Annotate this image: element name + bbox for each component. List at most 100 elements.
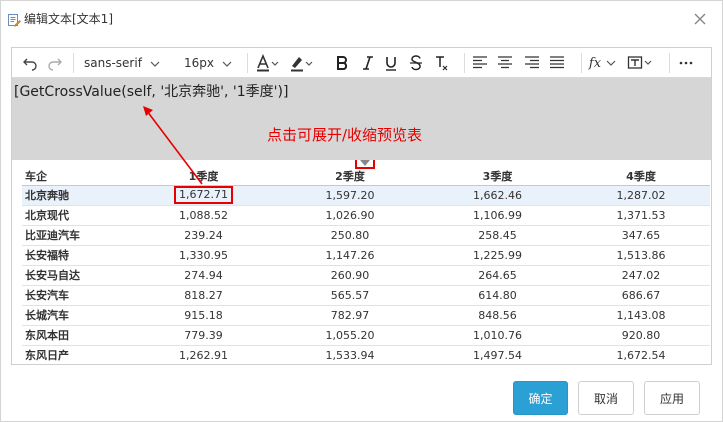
close-icon[interactable] bbox=[692, 11, 708, 27]
table-row[interactable]: 长安汽车 818.27 565.57 614.80 686.67 bbox=[22, 285, 710, 306]
value-cell[interactable]: 1,672.54 bbox=[572, 345, 710, 364]
value-cell[interactable]: 614.80 bbox=[423, 285, 572, 306]
row-label-cell[interactable]: 北京现代 bbox=[22, 205, 130, 226]
bold-icon[interactable] bbox=[332, 48, 352, 78]
value-cell[interactable]: 779.39 bbox=[130, 325, 277, 346]
value-cell[interactable]: 1,225.99 bbox=[423, 245, 572, 266]
value-cell[interactable]: 1,106.99 bbox=[423, 205, 572, 226]
value-cell[interactable]: 1,287.02 bbox=[572, 185, 710, 206]
italic-icon[interactable] bbox=[358, 48, 378, 78]
column-header: 2季度 bbox=[277, 167, 423, 186]
value-cell[interactable]: 848.56 bbox=[423, 305, 572, 326]
value-cell[interactable]: 1,497.54 bbox=[423, 345, 572, 364]
value-cell[interactable]: 920.80 bbox=[572, 325, 710, 346]
insert-field-icon[interactable] bbox=[624, 48, 658, 78]
value-cell[interactable]: 1,262.91 bbox=[130, 345, 277, 364]
row-label-cell[interactable]: 长安汽车 bbox=[22, 285, 130, 306]
highlight-icon[interactable] bbox=[286, 48, 316, 78]
value-cell[interactable]: 347.65 bbox=[572, 225, 710, 246]
editor-toolbar: sans-serif 16px fx bbox=[12, 48, 711, 78]
value-cell[interactable]: 686.67 bbox=[572, 285, 710, 306]
apply-button[interactable]: 应用 bbox=[644, 381, 700, 415]
table-row[interactable]: 东风日产 1,262.91 1,533.94 1,497.54 1,672.54 bbox=[22, 345, 710, 364]
font-size-select[interactable]: 16px bbox=[184, 48, 239, 78]
value-cell[interactable]: 565.57 bbox=[277, 285, 423, 306]
preview-toggle-button[interactable] bbox=[355, 160, 375, 169]
value-cell[interactable]: 1,662.46 bbox=[423, 185, 572, 206]
value-cell[interactable]: 1,088.52 bbox=[130, 205, 277, 226]
column-header: 3季度 bbox=[423, 167, 572, 186]
editor-content-area[interactable]: [GetCrossValue(self, '北京奔驰', '1季度')] 点击可… bbox=[12, 78, 711, 160]
toolbar-divider bbox=[247, 53, 248, 73]
font-size-value: 16px bbox=[184, 56, 214, 70]
chevron-down-icon bbox=[222, 56, 232, 70]
ok-button[interactable]: 确定 bbox=[513, 381, 568, 415]
value-cell[interactable]: 239.24 bbox=[130, 225, 277, 246]
table-row[interactable]: 北京奔驰 1,672.71 1,597.20 1,662.46 1,287.02 bbox=[22, 185, 710, 206]
align-justify-icon[interactable] bbox=[546, 48, 568, 78]
chevron-down-icon bbox=[150, 56, 160, 70]
value-cell[interactable]: 782.97 bbox=[277, 305, 423, 326]
align-left-icon[interactable] bbox=[469, 48, 491, 78]
preview-table: 车企 1季度 2季度 3季度 4季度 北京奔驰 1,672.71 1,597.20 1… bbox=[22, 167, 710, 364]
value-cell[interactable]: 915.18 bbox=[130, 305, 277, 326]
redo-icon[interactable] bbox=[45, 48, 65, 78]
rich-text-editor: sans-serif 16px fx [GetCrossValue(self, … bbox=[11, 47, 712, 365]
dialog-titlebar: 编辑文本[文本1] bbox=[1, 1, 722, 37]
font-color-icon[interactable] bbox=[253, 48, 281, 78]
value-cell[interactable]: 1,010.76 bbox=[423, 325, 572, 346]
triangle-down-icon bbox=[360, 160, 370, 166]
more-icon[interactable] bbox=[676, 48, 696, 78]
align-right-icon[interactable] bbox=[521, 48, 543, 78]
value-cell[interactable]: 1,055.20 bbox=[277, 325, 423, 346]
row-label-cell[interactable]: 北京奔驰 bbox=[22, 185, 130, 206]
toolbar-divider bbox=[73, 53, 74, 73]
row-label-cell[interactable]: 比亚迪汽车 bbox=[22, 225, 130, 246]
value-cell[interactable]: 1,513.86 bbox=[572, 245, 710, 266]
value-cell[interactable]: 1,533.94 bbox=[277, 345, 423, 364]
value-cell[interactable]: 264.65 bbox=[423, 265, 572, 286]
toolbar-divider bbox=[669, 53, 670, 73]
table-row[interactable]: 长安马自达 274.94 260.90 264.65 247.02 bbox=[22, 265, 710, 286]
align-center-icon[interactable] bbox=[494, 48, 516, 78]
column-header: 车企 bbox=[22, 167, 130, 186]
row-label-cell[interactable]: 长安马自达 bbox=[22, 265, 130, 286]
value-cell[interactable]: 1,026.90 bbox=[277, 205, 423, 226]
row-label-cell[interactable]: 东风本田 bbox=[22, 325, 130, 346]
font-family-value: sans-serif bbox=[84, 56, 142, 70]
table-row[interactable]: 北京现代 1,088.52 1,026.90 1,106.99 1,371.53 bbox=[22, 205, 710, 226]
value-cell[interactable]: 258.45 bbox=[423, 225, 572, 246]
underline-icon[interactable] bbox=[381, 48, 401, 78]
value-cell[interactable]: 1,597.20 bbox=[277, 185, 423, 206]
document-edit-icon bbox=[7, 12, 21, 27]
value-cell[interactable]: 1,672.71 bbox=[130, 185, 277, 206]
strikethrough-icon[interactable] bbox=[406, 48, 426, 78]
value-cell[interactable]: 1,330.95 bbox=[130, 245, 277, 266]
value-cell[interactable]: 1,143.08 bbox=[572, 305, 710, 326]
table-row[interactable]: 长城汽车 915.18 782.97 848.56 1,143.08 bbox=[22, 305, 710, 326]
value-cell[interactable]: 1,371.53 bbox=[572, 205, 710, 226]
value-cell[interactable]: 1,147.26 bbox=[277, 245, 423, 266]
value-cell[interactable]: 250.80 bbox=[277, 225, 423, 246]
formula-text[interactable]: [GetCrossValue(self, '北京奔驰', '1季度')] bbox=[14, 81, 288, 101]
table-row[interactable]: 长安福特 1,330.95 1,147.26 1,225.99 1,513.86 bbox=[22, 245, 710, 266]
table-header-row: 车企 1季度 2季度 3季度 4季度 bbox=[22, 167, 710, 186]
clear-format-icon[interactable] bbox=[431, 48, 451, 78]
toolbar-divider bbox=[581, 53, 582, 73]
font-family-select[interactable]: sans-serif bbox=[84, 48, 169, 78]
row-label-cell[interactable]: 长城汽车 bbox=[22, 305, 130, 326]
value-cell[interactable]: 818.27 bbox=[130, 285, 277, 306]
undo-icon[interactable] bbox=[20, 48, 40, 78]
row-label-cell[interactable]: 长安福特 bbox=[22, 245, 130, 266]
highlighted-cell-value: 1,672.71 bbox=[174, 186, 233, 204]
table-row[interactable]: 比亚迪汽车 239.24 250.80 258.45 347.65 bbox=[22, 225, 710, 246]
formula-icon[interactable]: fx bbox=[586, 48, 620, 78]
value-cell[interactable]: 260.90 bbox=[277, 265, 423, 286]
toolbar-divider bbox=[464, 53, 465, 73]
row-label-cell[interactable]: 东风日产 bbox=[22, 345, 130, 364]
column-header: 1季度 bbox=[130, 167, 277, 186]
value-cell[interactable]: 274.94 bbox=[130, 265, 277, 286]
table-row[interactable]: 东风本田 779.39 1,055.20 1,010.76 920.80 bbox=[22, 325, 710, 346]
cancel-button[interactable]: 取消 bbox=[578, 381, 634, 415]
value-cell[interactable]: 247.02 bbox=[572, 265, 710, 286]
